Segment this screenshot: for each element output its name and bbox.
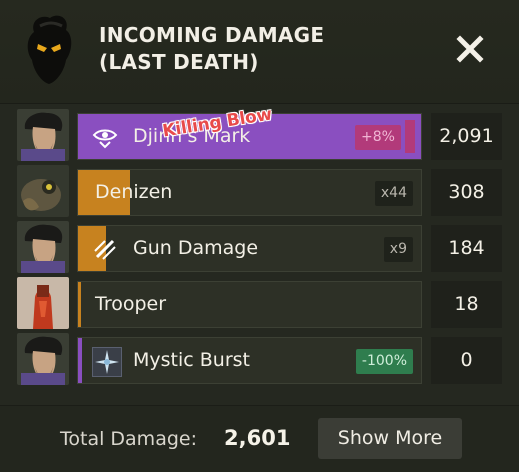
source-name: Denizen <box>95 181 173 203</box>
source-name: Gun Damage <box>133 237 259 259</box>
close-icon[interactable] <box>455 34 485 64</box>
damage-row[interactable]: Denizen x44 308 <box>0 163 519 219</box>
denizen-avatar <box>17 165 69 217</box>
panel-footer: Total Damage: 2,601 Show More <box>0 405 519 472</box>
modifier-badge: x9 <box>383 237 413 262</box>
modifier-badge: x44 <box>374 181 413 206</box>
hero-avatar <box>17 333 69 385</box>
show-more-button[interactable]: Show More <box>318 418 462 459</box>
damage-row[interactable]: Gun Damage x9 184 <box>0 219 519 275</box>
damage-bar: Mystic Burst -100% <box>77 337 422 384</box>
damage-bar-fill <box>78 338 82 383</box>
damage-bar: Denizen x44 <box>77 169 422 216</box>
damage-value: 184 <box>431 225 502 272</box>
title-line-1: INCOMING DAMAGE <box>99 23 325 47</box>
hero-avatar <box>17 109 69 161</box>
damage-row[interactable]: Mystic Burst -100% 0 <box>0 331 519 387</box>
source-name: Trooper <box>95 293 167 315</box>
damage-row[interactable]: Trooper 18 <box>0 275 519 331</box>
damage-bar-fill <box>78 282 81 327</box>
modifier-badge: -100% <box>355 349 413 374</box>
trooper-avatar <box>17 277 69 329</box>
mystic-burst-icon <box>92 347 122 377</box>
title-line-2: (LAST DEATH) <box>99 50 259 74</box>
panel-title: INCOMING DAMAGE (LAST DEATH) <box>99 22 324 76</box>
panel-header: INCOMING DAMAGE (LAST DEATH) <box>0 0 519 104</box>
gun-claw-icon <box>94 239 116 260</box>
total-damage-value: 2,601 <box>224 426 291 450</box>
source-name: Mystic Burst <box>133 349 250 371</box>
modifier-badge: +8% <box>355 125 401 150</box>
modifier-indicator <box>405 120 415 153</box>
damage-row[interactable]: Djinn's Mark +8% Killing Blow 2,091 <box>0 104 519 163</box>
damage-bar: Gun Damage x9 <box>77 225 422 272</box>
damage-value: 18 <box>431 281 502 328</box>
damage-value: 2,091 <box>431 113 502 160</box>
hero-avatar <box>17 221 69 273</box>
total-damage-label: Total Damage: <box>60 428 197 450</box>
eye-sigil-icon <box>92 129 118 149</box>
damage-value: 0 <box>431 337 502 384</box>
damage-bar: Trooper <box>77 281 422 328</box>
damage-value: 308 <box>431 169 502 216</box>
hero-silhouette-icon <box>27 15 72 84</box>
